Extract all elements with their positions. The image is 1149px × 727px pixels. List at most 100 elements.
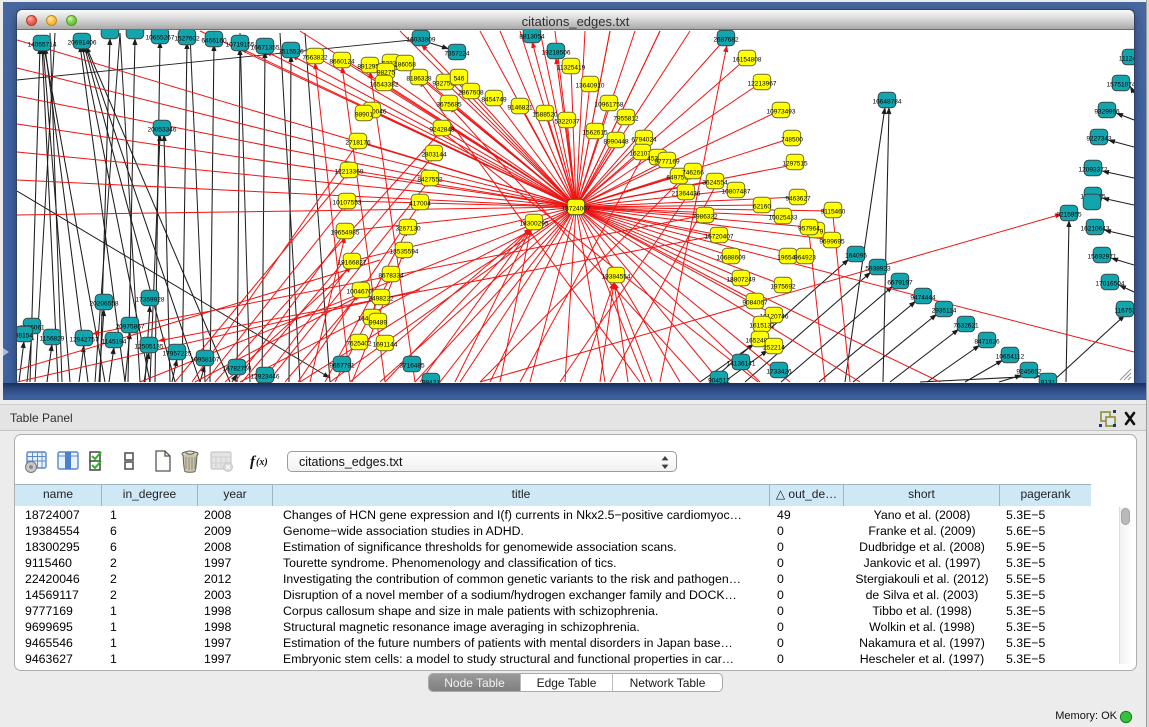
svg-text:9329966: 9329966 — [1094, 108, 1120, 115]
svg-text:2867608: 2867608 — [458, 89, 484, 96]
svg-text:546: 546 — [454, 75, 465, 82]
svg-text:7955812: 7955812 — [613, 115, 639, 122]
svg-text:20975867: 20975867 — [116, 323, 145, 330]
svg-text:9227343: 9227343 — [1086, 135, 1112, 142]
svg-text:7663822: 7663822 — [302, 54, 328, 61]
svg-text:19166827: 19166827 — [338, 259, 367, 266]
svg-text:9498222: 9498222 — [368, 295, 394, 302]
svg-text:17359928: 17359928 — [136, 296, 165, 303]
svg-text:62160: 62160 — [753, 203, 771, 210]
svg-text:12213369: 12213369 — [335, 168, 364, 175]
svg-text:10025433: 10025433 — [769, 214, 798, 221]
svg-text:8471626: 8471626 — [974, 338, 1000, 345]
svg-text:417004: 417004 — [409, 200, 431, 207]
svg-text:(x): (x) — [256, 457, 268, 468]
svg-text:2687682: 2687682 — [713, 36, 739, 43]
svg-text:98901: 98901 — [355, 111, 373, 118]
svg-text:186058: 186058 — [394, 61, 416, 68]
svg-text:8660124: 8660124 — [329, 58, 355, 65]
svg-text:9242848: 9242848 — [429, 126, 455, 133]
svg-text:8186328: 8186328 — [406, 75, 432, 82]
svg-text:9146821: 9146821 — [507, 104, 533, 111]
svg-text:16210643: 16210643 — [1081, 225, 1110, 232]
svg-text:99489: 99489 — [369, 319, 387, 326]
svg-text:9463627: 9463627 — [785, 195, 811, 202]
svg-text:2718176: 2718176 — [345, 139, 371, 146]
svg-text:1691144: 1691144 — [373, 341, 398, 348]
svg-text:6794024: 6794024 — [631, 136, 657, 143]
svg-text:164095: 164095 — [845, 252, 867, 259]
svg-text:13535594: 13535594 — [390, 248, 419, 255]
svg-text:10973493: 10973493 — [767, 108, 796, 115]
svg-text:18807249: 18807249 — [727, 276, 756, 283]
svg-text:19384554: 19384554 — [602, 273, 631, 280]
svg-text:16033809: 16033809 — [407, 36, 436, 43]
svg-text:20053346: 20053346 — [148, 126, 177, 133]
svg-text:39154: 39154 — [17, 332, 33, 339]
svg-text:957964: 957964 — [798, 225, 820, 232]
svg-text:7515526: 7515526 — [278, 48, 304, 55]
svg-text:9245652: 9245652 — [1016, 368, 1042, 375]
svg-text:16543382: 16543382 — [370, 81, 399, 88]
svg-text:5938923: 5938923 — [865, 265, 891, 272]
svg-text:1112473: 1112473 — [1119, 55, 1134, 62]
svg-text:10655267: 10655267 — [146, 34, 175, 41]
svg-text:10107553: 10107553 — [333, 199, 362, 206]
svg-text:12213967: 12213967 — [748, 80, 777, 87]
svg-text:20691406: 20691406 — [68, 39, 97, 46]
svg-text:16782759: 16782759 — [223, 365, 252, 372]
svg-text:5322037: 5322037 — [554, 118, 580, 125]
svg-text:252214: 252214 — [763, 344, 785, 351]
svg-text:19218506: 19218506 — [542, 49, 571, 56]
svg-text:1733426: 1733426 — [766, 368, 792, 375]
svg-text:10961758: 10961758 — [595, 101, 624, 108]
svg-text:12505135: 12505135 — [135, 343, 164, 350]
svg-text:1562615: 1562615 — [582, 129, 608, 136]
svg-text:15720407: 15720407 — [705, 233, 734, 240]
svg-text:9474444: 9474444 — [910, 294, 936, 301]
svg-text:116753: 116753 — [1114, 307, 1134, 314]
svg-text:2803144: 2803144 — [421, 151, 447, 158]
svg-text:7986322: 7986322 — [692, 213, 718, 220]
svg-text:7632621: 7632621 — [953, 322, 979, 329]
svg-text:964923: 964923 — [794, 254, 816, 261]
svg-text:9084067: 9084067 — [742, 299, 768, 306]
svg-text:10958107: 10958107 — [191, 356, 220, 363]
svg-text:8215955: 8215955 — [1056, 211, 1082, 218]
svg-text:14136141: 14136141 — [727, 360, 756, 367]
svg-text:8427552: 8427552 — [417, 176, 443, 183]
svg-text:17016504: 17016504 — [1096, 280, 1125, 287]
svg-text:7357224: 7357224 — [444, 50, 470, 57]
svg-text:16154808: 16154808 — [733, 56, 762, 63]
svg-text:14055714: 14055714 — [28, 41, 57, 48]
svg-text:16671355: 16671355 — [251, 44, 280, 51]
svg-text:3716485: 3716485 — [399, 362, 425, 369]
svg-text:3624554: 3624554 — [702, 179, 728, 186]
svg-text:748500: 748500 — [781, 136, 803, 143]
svg-text:6466160: 6466160 — [201, 37, 227, 44]
svg-text:10654112: 10654112 — [996, 353, 1025, 360]
svg-text:19654985: 19654985 — [331, 229, 360, 236]
svg-text:8454749: 8454749 — [481, 96, 507, 103]
svg-text:1156829: 1156829 — [40, 335, 65, 342]
svg-text:3267130: 3267130 — [395, 225, 421, 232]
svg-text:10688609: 10688609 — [717, 254, 746, 261]
svg-text:1527602: 1527602 — [174, 35, 200, 42]
svg-text:10046708: 10046708 — [347, 288, 376, 295]
svg-text:9777169: 9777169 — [654, 158, 680, 165]
svg-text:746266: 746266 — [682, 169, 704, 176]
svg-text:1297515: 1297515 — [782, 160, 808, 167]
svg-text:9657791: 9657791 — [329, 362, 355, 369]
svg-text:1975692: 1975692 — [770, 283, 796, 290]
svg-text:10807487: 10807487 — [722, 188, 751, 195]
svg-text:11325419: 11325419 — [557, 64, 586, 71]
svg-text:8678334: 8678334 — [378, 272, 404, 279]
svg-text:6679197: 6679197 — [887, 279, 913, 286]
svg-text:13640910: 13640910 — [576, 82, 605, 89]
svg-text:15692971: 15692971 — [1088, 253, 1117, 260]
svg-text:20206558: 20206558 — [90, 300, 119, 307]
svg-text:7625402: 7625402 — [346, 340, 372, 347]
svg-text:15751074: 15751074 — [1107, 81, 1134, 88]
svg-text:2935114: 2935114 — [932, 307, 957, 314]
svg-text:1145194: 1145194 — [102, 338, 127, 345]
